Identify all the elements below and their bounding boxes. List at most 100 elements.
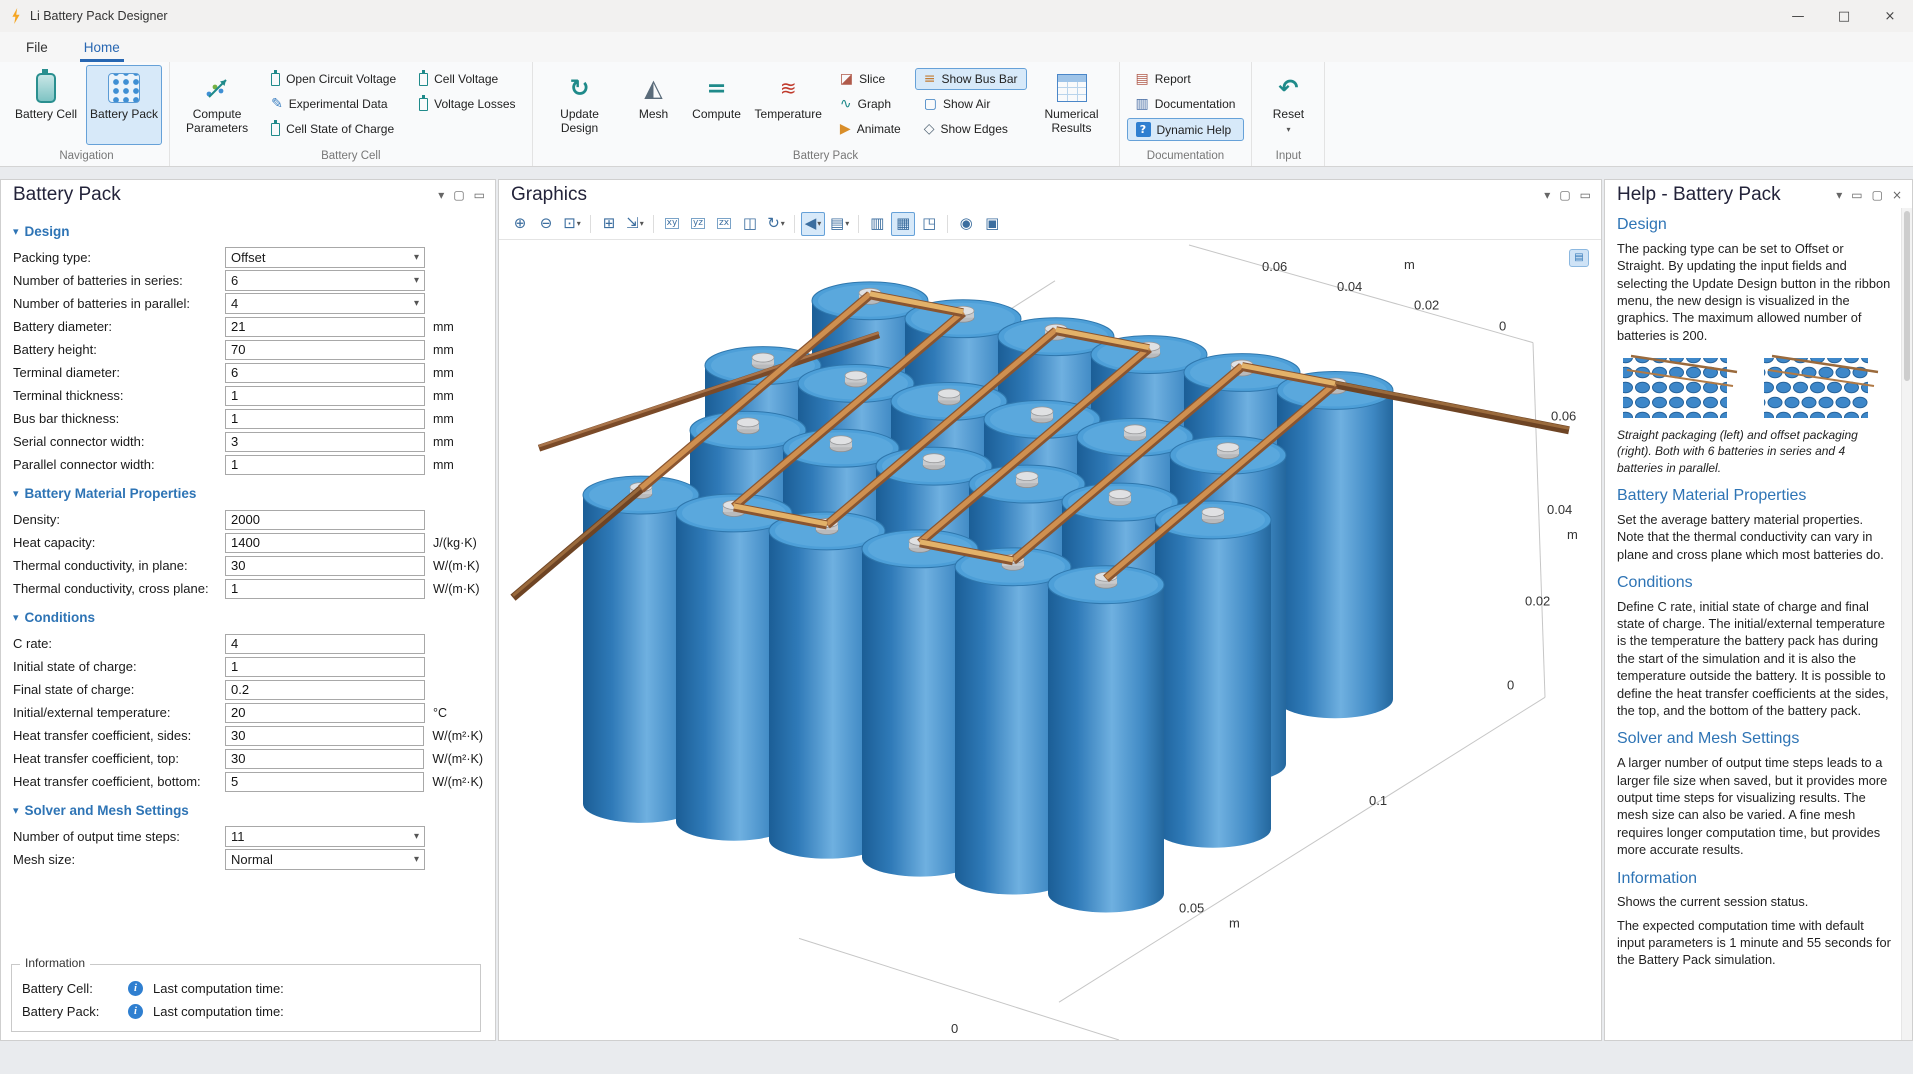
collapse-icon[interactable] xyxy=(438,189,444,201)
update-design-button[interactable]: Update Design xyxy=(540,65,620,145)
density-input[interactable] xyxy=(225,510,425,530)
thermal-conductivity-cross-plane-input[interactable] xyxy=(225,579,425,599)
plot-context-button[interactable] xyxy=(1569,249,1589,267)
compute-parameters-button[interactable]: Compute Parameters xyxy=(177,65,257,145)
view-xy-button[interactable] xyxy=(660,212,684,236)
initial-temperature-input[interactable] xyxy=(225,703,425,723)
numerical-results-label: Numerical Results xyxy=(1036,108,1108,136)
print-button[interactable] xyxy=(980,212,1004,236)
help-paragraph: Set the average battery material propert… xyxy=(1617,511,1893,563)
field-unit: mm xyxy=(433,343,454,357)
battery-icon xyxy=(271,123,280,136)
temperature-button[interactable]: Temperature xyxy=(751,65,826,145)
rotate-icon xyxy=(767,216,780,231)
initial-soc-input[interactable] xyxy=(225,657,425,677)
zoom-extents-button[interactable] xyxy=(597,212,621,236)
section-solver-and-mesh-settings[interactable]: Solver and Mesh Settings xyxy=(13,803,483,818)
transparency-button[interactable] xyxy=(827,212,852,236)
menu-file[interactable]: File xyxy=(22,35,52,62)
show-bus-bar-button[interactable]: Show Bus Bar xyxy=(915,68,1027,90)
chevron-down-icon xyxy=(414,276,419,286)
voltage-losses-button[interactable]: Voltage Losses xyxy=(410,93,524,115)
flip-view-button[interactable] xyxy=(738,212,762,236)
reset-button[interactable]: Reset xyxy=(1259,65,1317,145)
menu-home[interactable]: Home xyxy=(80,35,124,62)
parallel-connector-width-input[interactable] xyxy=(225,455,425,475)
section-conditions[interactable]: Conditions xyxy=(13,610,483,625)
open-circuit-voltage-button[interactable]: Open Circuit Voltage xyxy=(262,68,405,90)
toolbar-separator xyxy=(590,215,591,233)
info-icon[interactable] xyxy=(128,1004,143,1019)
float-icon[interactable] xyxy=(1872,189,1883,201)
float-icon[interactable] xyxy=(1559,189,1570,201)
battery-icon xyxy=(271,73,280,86)
close-icon[interactable] xyxy=(1892,189,1902,201)
field-row: Initial/external temperature: °C xyxy=(13,701,483,724)
zoom-in-button[interactable] xyxy=(508,212,532,236)
parallel-count-select[interactable]: 4 xyxy=(225,293,425,314)
dock-icon[interactable] xyxy=(1580,189,1591,201)
zoom-out-icon xyxy=(540,216,553,231)
dynamic-help-button[interactable]: Dynamic Help xyxy=(1127,118,1245,141)
duplicate-view-button[interactable] xyxy=(865,212,889,236)
series-count-select[interactable]: 6 xyxy=(225,270,425,291)
htc-bottom-input[interactable] xyxy=(225,772,424,792)
help-scrollbar[interactable] xyxy=(1901,208,1912,1040)
documentation-button[interactable]: Documentation xyxy=(1127,93,1245,115)
zoom-out-button[interactable] xyxy=(534,212,558,236)
bus-bar-thickness-input[interactable] xyxy=(225,409,425,429)
report-button[interactable]: Report xyxy=(1127,68,1245,90)
battery-pack-3d-view[interactable]: 0.06 m 0.04 0.02 0 0.06 0.04 m 0.02 0 0.… xyxy=(499,241,1601,1040)
output-time-steps-select[interactable]: 11 xyxy=(225,826,425,847)
battery-cell-nav-label: Battery Cell xyxy=(15,108,77,122)
close-button[interactable] xyxy=(1867,0,1913,32)
packing-type-select[interactable]: Offset xyxy=(225,247,425,268)
sound-button[interactable] xyxy=(801,212,825,236)
collapse-icon[interactable] xyxy=(1836,189,1842,201)
dock-icon[interactable] xyxy=(474,189,485,201)
show-edges-button[interactable]: Show Edges xyxy=(915,118,1027,140)
view-settings-button[interactable] xyxy=(917,212,941,236)
show-grid-button[interactable] xyxy=(891,212,915,236)
htc-sides-input[interactable] xyxy=(225,726,424,746)
thermal-conductivity-in-plane-input[interactable] xyxy=(225,556,425,576)
float-icon[interactable] xyxy=(453,189,464,201)
battery-pack-nav-button[interactable]: Battery Pack xyxy=(86,65,162,145)
help-scrollbar-thumb[interactable] xyxy=(1904,211,1910,381)
heat-capacity-input[interactable] xyxy=(225,533,425,553)
battery-cell-nav-button[interactable]: Battery Cell xyxy=(11,65,81,145)
compute-button[interactable]: Compute xyxy=(688,65,746,145)
numerical-results-button[interactable]: Numerical Results xyxy=(1032,65,1112,145)
show-air-button[interactable]: Show Air xyxy=(915,93,1027,115)
collapse-icon[interactable] xyxy=(1544,189,1550,201)
animate-button[interactable]: Animate xyxy=(831,118,910,140)
info-icon[interactable] xyxy=(128,981,143,996)
htc-top-input[interactable] xyxy=(225,749,424,769)
cell-voltage-button[interactable]: Cell Voltage xyxy=(410,68,524,90)
zoom-box-button[interactable] xyxy=(560,212,584,236)
terminal-thickness-input[interactable] xyxy=(225,386,425,406)
dock-icon[interactable] xyxy=(1851,189,1862,201)
c-rate-input[interactable] xyxy=(225,634,425,654)
graph-button[interactable]: Graph xyxy=(831,93,910,115)
slice-button[interactable]: Slice xyxy=(831,68,910,90)
go-to-view-button[interactable] xyxy=(623,212,647,236)
rotate-view-button[interactable] xyxy=(764,212,788,236)
serial-connector-width-input[interactable] xyxy=(225,432,425,452)
maximize-button[interactable] xyxy=(1821,0,1867,32)
minimize-button[interactable] xyxy=(1775,0,1821,32)
mesh-size-select[interactable]: Normal xyxy=(225,849,425,870)
cell-state-of-charge-button[interactable]: Cell State of Charge xyxy=(262,118,405,140)
battery-diameter-input[interactable] xyxy=(225,317,425,337)
experimental-data-button[interactable]: Experimental Data xyxy=(262,93,405,115)
terminal-diameter-input[interactable] xyxy=(225,363,425,383)
snapshot-button[interactable] xyxy=(954,212,978,236)
view-yz-button[interactable] xyxy=(686,212,710,236)
axis-origin-label: 0 xyxy=(951,1021,958,1036)
view-zx-button[interactable] xyxy=(712,212,736,236)
battery-height-input[interactable] xyxy=(225,340,425,360)
section-battery-material-properties[interactable]: Battery Material Properties xyxy=(13,486,483,501)
section-design[interactable]: Design xyxy=(13,224,483,239)
final-soc-input[interactable] xyxy=(225,680,425,700)
mesh-button[interactable]: Mesh xyxy=(625,65,683,145)
